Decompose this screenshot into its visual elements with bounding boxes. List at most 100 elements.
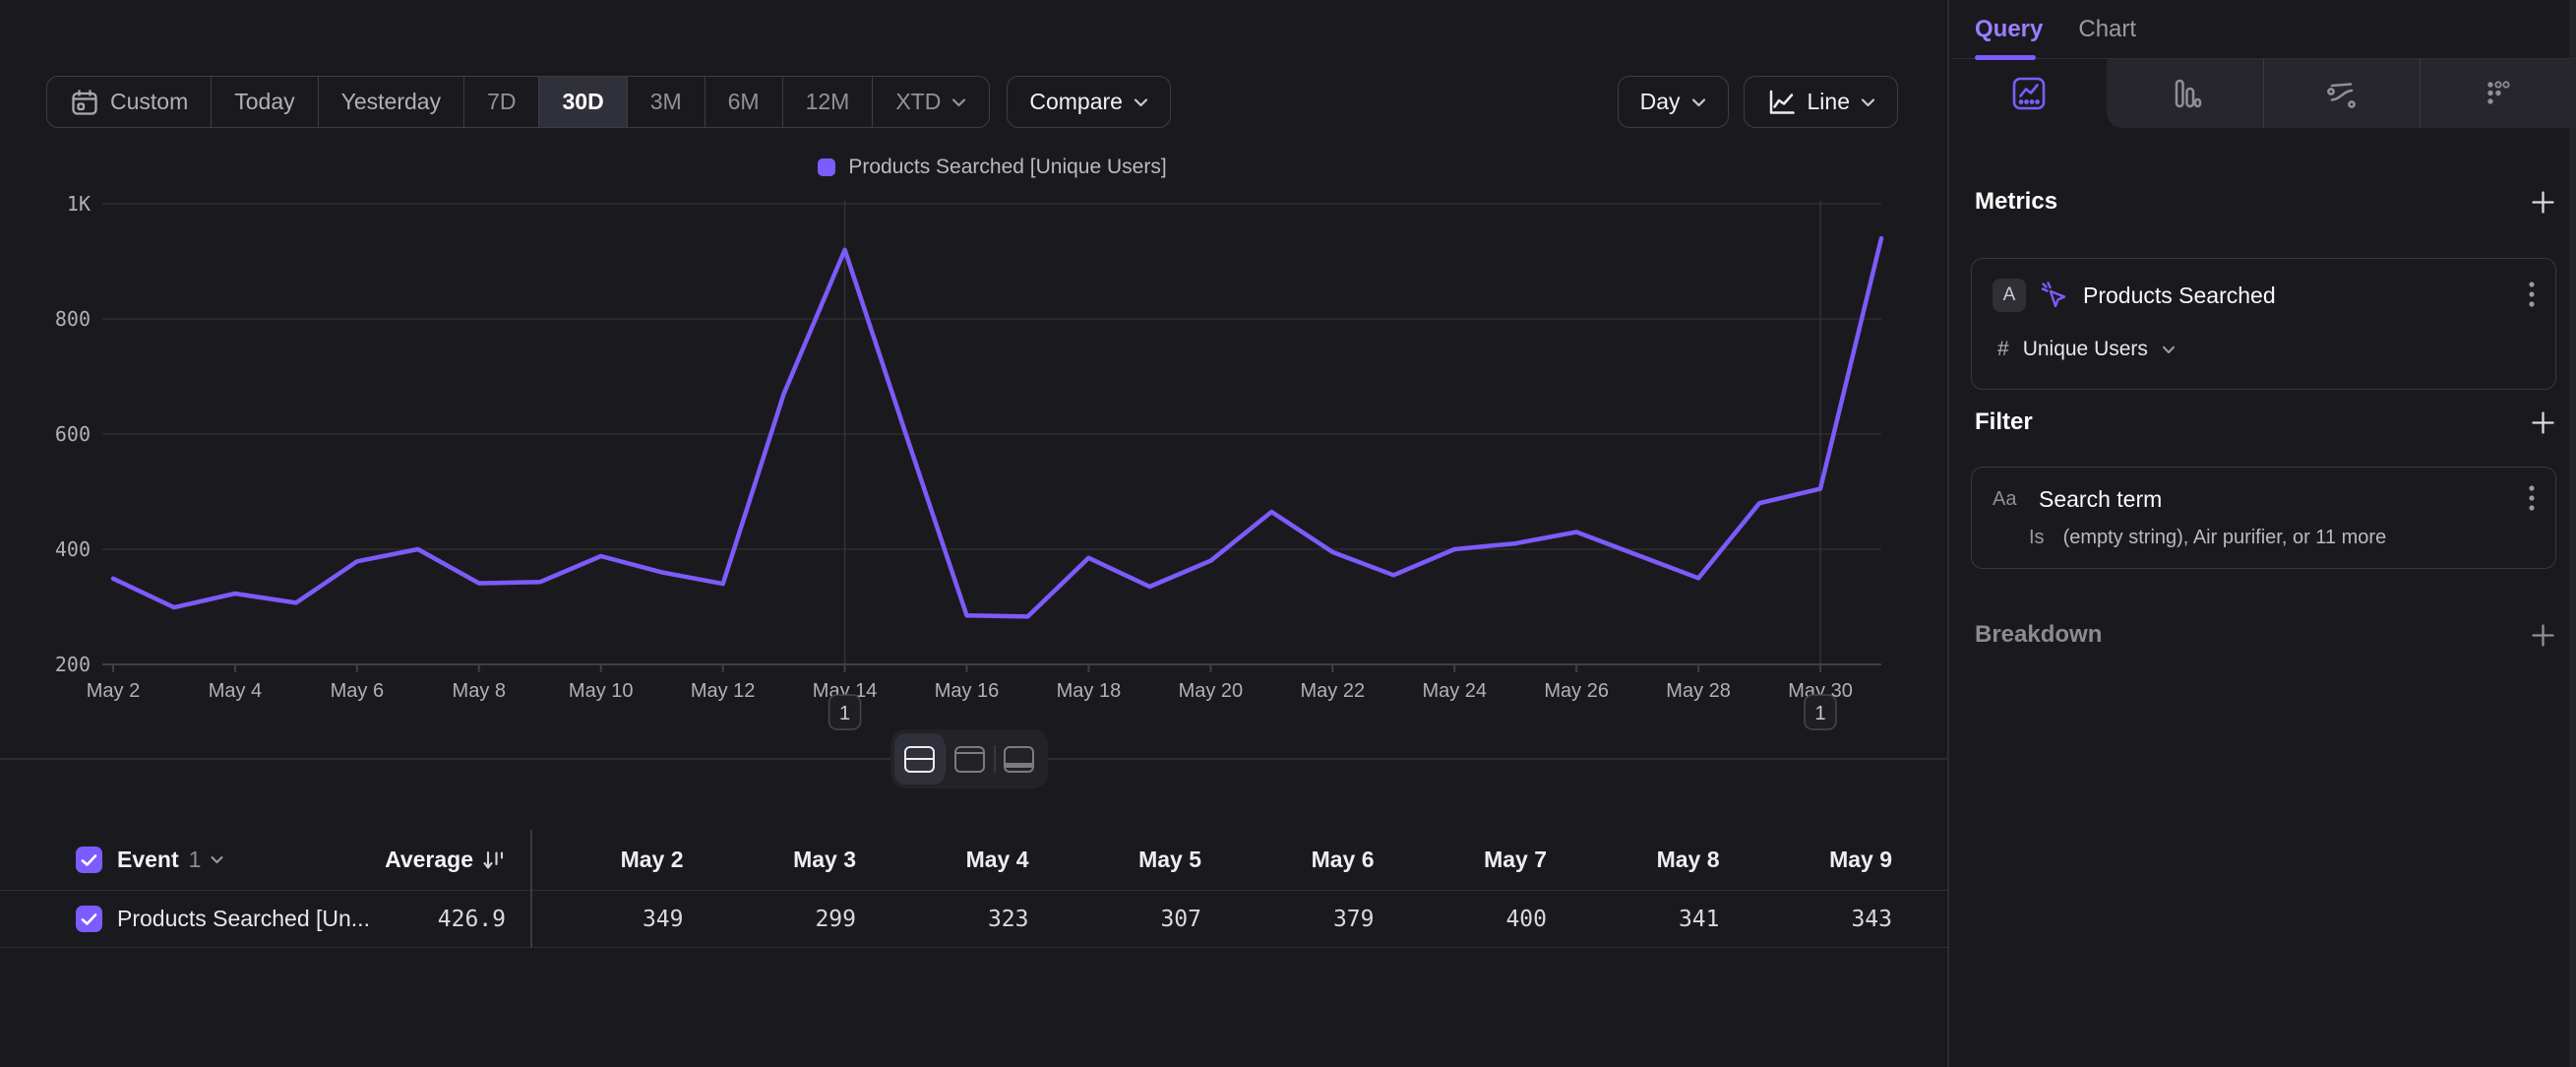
date-range-12m-button[interactable]: 12M bbox=[782, 77, 873, 127]
toolbar-right-group: Day Line bbox=[1618, 76, 1898, 128]
date-column-header: May 3 bbox=[684, 847, 857, 873]
line-chart-icon bbox=[1766, 87, 1797, 117]
row-checkbox[interactable] bbox=[76, 906, 102, 932]
filter-condition[interactable]: Is (empty string), Air purifier, or 11 m… bbox=[2029, 527, 2386, 549]
x-axis-label: May 24 bbox=[1422, 680, 1487, 702]
date-column-header: May 9 bbox=[1720, 847, 1893, 873]
check-icon bbox=[81, 853, 97, 867]
tab-flows[interactable] bbox=[2263, 59, 2420, 128]
date-range-yesterday-button[interactable]: Yesterday bbox=[318, 77, 463, 127]
filter-operator: Is bbox=[2029, 527, 2045, 549]
chart-type-dropdown[interactable]: Line bbox=[1744, 76, 1898, 128]
date-range-today-button[interactable]: Today bbox=[211, 77, 317, 127]
date-value-cell: 349 bbox=[511, 907, 684, 932]
filter-options-button[interactable] bbox=[2524, 480, 2540, 518]
insights-icon bbox=[2010, 75, 2048, 112]
number-sign-icon: # bbox=[1997, 338, 2009, 361]
x-axis-label: May 2 bbox=[87, 680, 140, 702]
legend-label: Products Searched [Unique Users] bbox=[848, 156, 1166, 179]
aggregation-selector[interactable]: # Unique Users bbox=[1997, 330, 2176, 369]
chart-legend[interactable]: Products Searched [Unique Users] bbox=[103, 154, 1881, 181]
date-value-cell: 323 bbox=[856, 907, 1029, 932]
x-axis-label: May 6 bbox=[331, 680, 384, 702]
split-view-button[interactable] bbox=[894, 733, 945, 785]
filter-value: (empty string), Air purifier, or 11 more bbox=[2063, 527, 2387, 549]
metric-event-name[interactable]: Products Searched bbox=[2083, 282, 2276, 309]
breakdown-section-header: Breakdown bbox=[1975, 618, 2556, 652]
scrollbar-track[interactable] bbox=[2569, 0, 2576, 1067]
layout-toggle bbox=[890, 729, 1048, 788]
average-column-header[interactable]: Average bbox=[276, 830, 506, 890]
table-header-row: Event 1 Average May 2May 3May 4May 5May … bbox=[0, 830, 1949, 891]
tab-funnels[interactable] bbox=[2107, 59, 2262, 128]
date-range-picker: Custom Today Yesterday 7D 30D 3M 6M 12M … bbox=[46, 76, 990, 128]
date-value-cell: 299 bbox=[684, 907, 857, 932]
date-range-6m-button[interactable]: 6M bbox=[705, 77, 782, 127]
annotation-marker[interactable]: 1 bbox=[829, 695, 861, 729]
x-axis-label: May 20 bbox=[1179, 680, 1244, 702]
plus-icon bbox=[2530, 622, 2556, 649]
funnels-icon bbox=[2167, 76, 2202, 111]
chevron-down-icon bbox=[2162, 345, 2176, 354]
filter-section-header: Filter bbox=[1975, 406, 2556, 439]
x-axis-label: May 4 bbox=[209, 680, 262, 702]
plus-icon bbox=[2530, 409, 2556, 436]
chevron-down-icon bbox=[951, 97, 966, 107]
x-axis-label: May 18 bbox=[1057, 680, 1122, 702]
granularity-dropdown[interactable]: Day bbox=[1618, 76, 1729, 128]
insight-type-tabs bbox=[1951, 59, 2576, 128]
metric-card[interactable]: A Products Searched # Unique Users bbox=[1971, 258, 2556, 390]
annotation-marker-label: 1 bbox=[1814, 703, 1825, 724]
results-table: Event 1 Average May 2May 3May 4May 5May … bbox=[0, 830, 1949, 948]
date-column-header: May 4 bbox=[856, 847, 1029, 873]
date-column-headers: May 2May 3May 4May 5May 6May 7May 8May 9 bbox=[511, 830, 1892, 890]
plus-icon bbox=[2530, 189, 2556, 216]
date-range-7d-button[interactable]: 7D bbox=[463, 77, 538, 127]
date-range-30d-button[interactable]: 30D bbox=[538, 77, 626, 127]
annotation-marker[interactable]: 1 bbox=[1805, 695, 1836, 729]
retention-icon bbox=[2481, 76, 2516, 111]
tab-chart[interactable]: Chart bbox=[2078, 16, 2136, 43]
y-axis-label: 200 bbox=[55, 653, 91, 676]
chevron-down-icon bbox=[1691, 97, 1706, 107]
kebab-icon bbox=[2528, 281, 2536, 310]
metrics-heading: Metrics bbox=[1975, 188, 2057, 216]
check-icon bbox=[81, 912, 97, 926]
calendar-icon bbox=[70, 88, 99, 117]
metric-options-button[interactable] bbox=[2524, 277, 2540, 314]
add-metric-button[interactable] bbox=[2530, 189, 2556, 216]
tab-insights[interactable] bbox=[1951, 59, 2107, 128]
filter-card[interactable]: Aa Search term Is (empty string), Air pu… bbox=[1971, 467, 2556, 569]
x-axis-label: May 8 bbox=[453, 680, 506, 702]
add-breakdown-button[interactable] bbox=[2530, 622, 2556, 649]
chart-view-button[interactable] bbox=[945, 733, 995, 785]
date-value-cell: 379 bbox=[1201, 907, 1375, 932]
date-range-3m-button[interactable]: 3M bbox=[627, 77, 705, 127]
select-all-checkbox[interactable] bbox=[76, 847, 102, 873]
filter-heading: Filter bbox=[1975, 408, 2033, 436]
table-view-icon bbox=[1004, 746, 1034, 773]
date-column-header: May 5 bbox=[1029, 847, 1202, 873]
add-filter-button[interactable] bbox=[2530, 409, 2556, 436]
series-line bbox=[113, 238, 1881, 616]
date-column-header: May 8 bbox=[1547, 847, 1720, 873]
tab-retention[interactable] bbox=[2420, 59, 2576, 128]
date-column-header: May 2 bbox=[511, 847, 684, 873]
sort-desc-icon bbox=[482, 848, 506, 872]
filter-property-name[interactable]: Search term bbox=[2039, 486, 2162, 513]
tab-query[interactable]: Query bbox=[1975, 16, 2043, 43]
date-value-cell: 400 bbox=[1375, 907, 1548, 932]
main-panel: 2004006008001KMay 2May 4May 6May 8May 10… bbox=[0, 0, 1949, 1067]
event-column-header[interactable]: Event 1 bbox=[117, 847, 223, 873]
split-view-icon bbox=[904, 746, 935, 773]
date-value-cell: 307 bbox=[1029, 907, 1202, 932]
table-view-button[interactable] bbox=[994, 733, 1044, 785]
date-range-xtd-dropdown[interactable]: XTD bbox=[872, 77, 989, 127]
x-axis-label: May 26 bbox=[1544, 680, 1609, 702]
date-value-cells: 349299323307379400341343 bbox=[511, 891, 1892, 947]
breakdown-heading: Breakdown bbox=[1975, 621, 2102, 649]
y-axis-label: 600 bbox=[55, 422, 91, 446]
x-axis-label: May 16 bbox=[935, 680, 1000, 702]
compare-button[interactable]: Compare bbox=[1007, 76, 1171, 128]
date-range-custom-button[interactable]: Custom bbox=[47, 77, 211, 127]
